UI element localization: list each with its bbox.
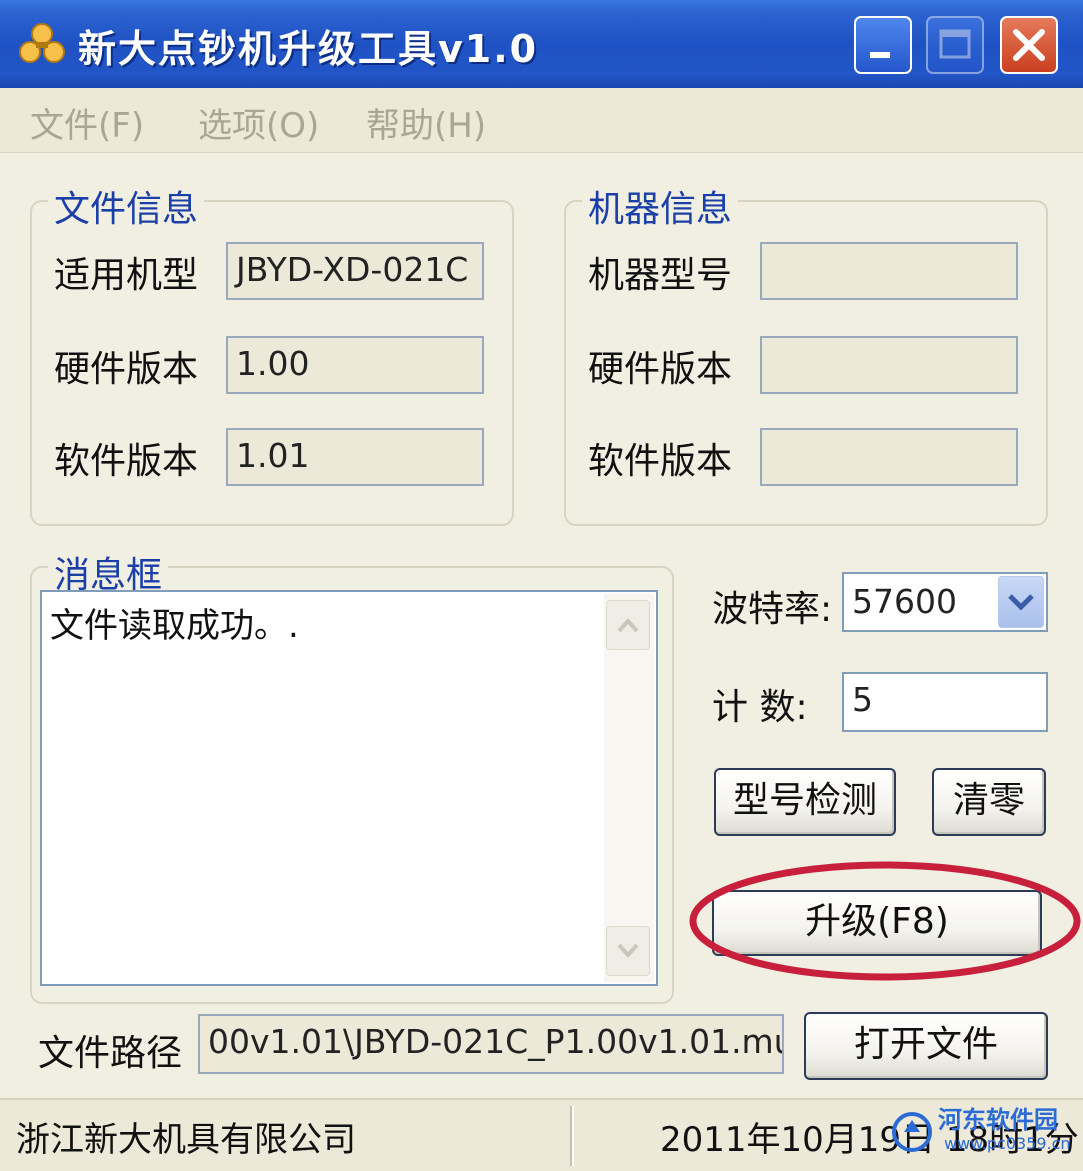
watermark-text: 河东软件园: [938, 1106, 1058, 1134]
close-icon: [1013, 29, 1045, 61]
count-label: 计 数:: [712, 687, 808, 728]
menu-help[interactable]: 帮助(H): [366, 98, 486, 147]
message-scrollbar[interactable]: [604, 594, 654, 982]
machine-hw-label: 硬件版本: [588, 349, 733, 390]
window-title: 新大点钞机升级工具v1.0: [78, 27, 539, 71]
message-textarea[interactable]: 文件读取成功。.: [40, 590, 658, 986]
close-button[interactable]: [1000, 16, 1058, 74]
file-path-label: 文件路径: [38, 1033, 183, 1074]
file-sw-label: 软件版本: [54, 441, 199, 482]
machine-model-label: 机器型号: [588, 255, 733, 296]
baud-rate-select[interactable]: 57600: [842, 572, 1048, 632]
file-hw-label: 硬件版本: [54, 349, 199, 390]
count-field[interactable]: 5: [842, 672, 1048, 732]
upgrade-button[interactable]: 升级(F8): [712, 890, 1042, 956]
maximize-icon: [939, 29, 971, 59]
file-sw-field: 1.01: [226, 428, 484, 486]
scroll-down-button[interactable]: [606, 926, 650, 976]
machine-sw-field: [760, 428, 1018, 486]
message-text: 文件读取成功。.: [50, 606, 299, 646]
clear-button[interactable]: 清零: [932, 768, 1046, 836]
menu-file[interactable]: 文件(F): [30, 98, 144, 147]
upgrade-tool-window: 新大点钞机升级工具v1.0 文件(F) 选项(O) 帮助(H) 文件信息 适用机…: [0, 0, 1083, 1171]
baud-rate-label: 波特率:: [712, 589, 833, 630]
chevron-up-icon: [617, 618, 639, 633]
watermark-logo-icon: [892, 1112, 932, 1152]
scroll-up-button[interactable]: [606, 600, 650, 650]
title-bar[interactable]: 新大点钞机升级工具v1.0: [0, 0, 1083, 88]
status-company: 浙江新大机具有限公司: [16, 1120, 356, 1160]
chevron-down-icon: [617, 943, 639, 958]
machine-info-title: 机器信息: [582, 180, 739, 232]
file-info-title: 文件信息: [48, 180, 205, 232]
app-logo-icon: [19, 23, 65, 63]
status-divider: [570, 1106, 574, 1166]
machine-model-field: [760, 242, 1018, 300]
menu-bar: 文件(F) 选项(O) 帮助(H): [0, 88, 1083, 153]
detect-model-button[interactable]: 型号检测: [714, 768, 896, 836]
maximize-button[interactable]: [926, 16, 984, 74]
minimize-button[interactable]: [854, 16, 912, 74]
file-model-label: 适用机型: [54, 255, 199, 296]
file-hw-field: 1.00: [226, 336, 484, 394]
menu-options[interactable]: 选项(O): [198, 98, 319, 147]
file-path-field: 00v1.01\JBYD-021C_P1.00v1.01.mub: [198, 1014, 784, 1074]
machine-hw-field: [760, 336, 1018, 394]
baud-rate-value: 57600: [852, 582, 957, 621]
watermark-url: www.pc0359.cn: [944, 1134, 1071, 1153]
minimize-icon: [870, 52, 890, 58]
chevron-down-icon: [1008, 594, 1034, 611]
machine-sw-label: 软件版本: [588, 441, 733, 482]
baud-rate-dropdown-button[interactable]: [998, 576, 1044, 628]
file-model-field: JBYD-XD-021C: [226, 242, 484, 300]
open-file-button[interactable]: 打开文件: [804, 1012, 1048, 1080]
watermark: 河东软件园 www.pc0359.cn: [890, 1098, 1080, 1168]
